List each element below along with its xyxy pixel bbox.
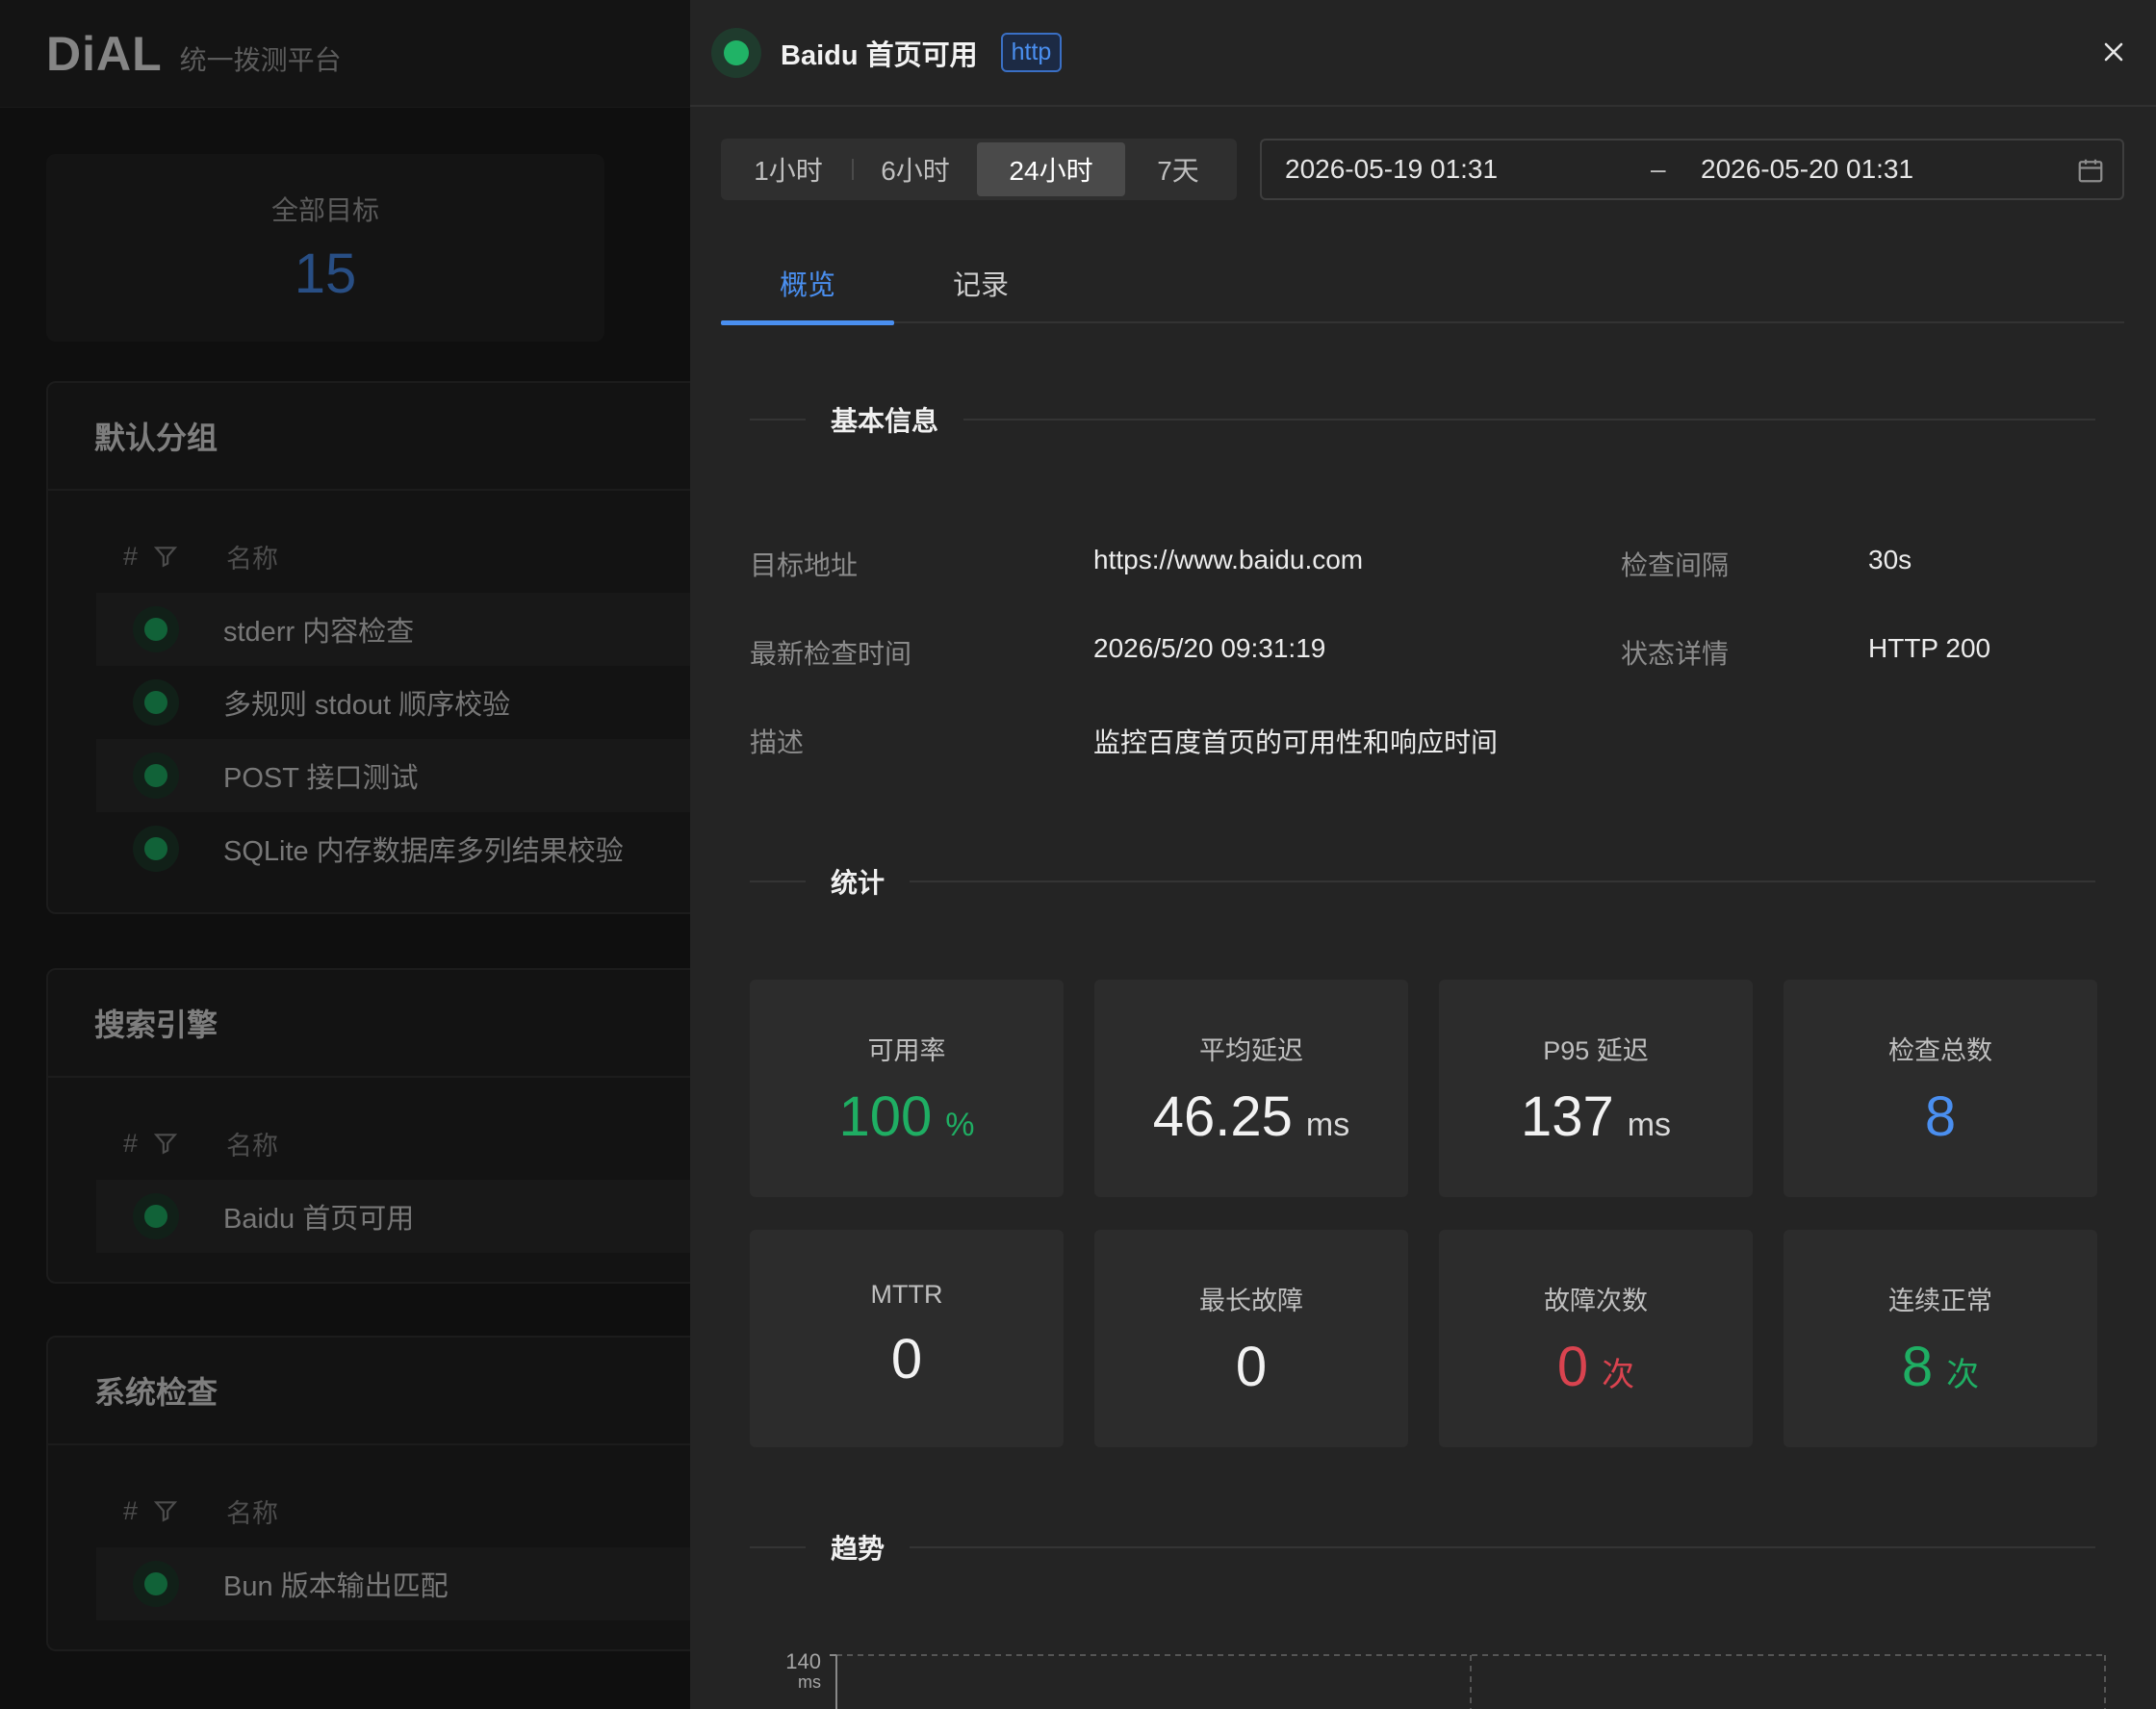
target-address-value: https://www.baidu.com	[1093, 545, 1364, 574]
section-title: 趋势	[831, 1534, 886, 1564]
time-range-selector: 1小时 6小时 24小时 7天	[721, 139, 1237, 200]
range-1h[interactable]: 1小时	[725, 142, 852, 196]
drawer-header: Baidu 首页可用 http	[690, 0, 2156, 107]
stat-consecutive-ok: 连续正常 8 次	[1784, 1230, 2097, 1447]
stat-value: 0	[1556, 1336, 1589, 1398]
check-interval-label: 检查间隔	[1621, 550, 1730, 580]
section-stats: 统计	[750, 862, 2095, 901]
stat-value: 8	[1924, 1085, 1957, 1148]
range-24h[interactable]: 24小时	[977, 142, 1125, 196]
stat-label: 最长故障	[1199, 1287, 1303, 1315]
stat-label: MTTR	[870, 1280, 943, 1309]
detail-tabs: 概览 记录	[721, 242, 2124, 325]
check-interval-value: 30s	[1868, 545, 1912, 574]
stat-unit: 次	[1946, 1357, 1980, 1393]
description-label: 描述	[750, 727, 805, 757]
date-separator: –	[1651, 154, 1666, 184]
segmented-control: 1小时 6小时 24小时 7天	[721, 139, 1237, 200]
last-check-label: 最新检查时间	[750, 639, 912, 669]
stat-value: 46.25	[1152, 1085, 1293, 1148]
stat-value: 0	[890, 1328, 923, 1390]
stat-unit: ms	[1627, 1107, 1672, 1143]
stat-label: 检查总数	[1888, 1036, 1992, 1065]
close-icon[interactable]	[2096, 35, 2131, 69]
stat-unit: 次	[1602, 1357, 1635, 1393]
last-check-value: 2026/5/20 09:31:19	[1093, 633, 1326, 663]
y-axis-max-label: 140	[785, 1649, 821, 1673]
drawer-title: Baidu 首页可用	[781, 39, 978, 71]
stat-value: 137	[1520, 1085, 1614, 1148]
range-6h[interactable]: 6小时	[854, 142, 977, 196]
status-detail-label: 状态详情	[1621, 639, 1730, 669]
stat-outage-count: 故障次数 0 次	[1439, 1230, 1753, 1447]
stat-p95-latency: P95 延迟 137 ms	[1439, 980, 1753, 1197]
range-7d[interactable]: 7天	[1125, 142, 1231, 196]
date-range-picker[interactable]: 2026-05-19 01:31 – 2026-05-20 01:31	[1260, 139, 2124, 200]
stat-avg-latency: 平均延迟 46.25 ms	[1094, 980, 1408, 1197]
trend-chart: 140 ms	[785, 1649, 2106, 1709]
stat-availability: 可用率 100 %	[750, 980, 1064, 1197]
date-end-input[interactable]: 2026-05-20 01:31	[1701, 154, 2076, 185]
stat-total-checks: 检查总数 8	[1784, 980, 2097, 1197]
stat-unit: ms	[1305, 1107, 1350, 1143]
status-detail-value: HTTP 200	[1868, 633, 1991, 663]
section-basic-info: 基本信息	[750, 400, 2095, 439]
target-detail-drawer: Baidu 首页可用 http 1小时 6小时 24小时 7天 2026-05-…	[690, 0, 2156, 1709]
stat-label: 连续正常	[1888, 1287, 1992, 1315]
stat-label: P95 延迟	[1543, 1036, 1649, 1065]
calendar-icon[interactable]	[2076, 156, 2105, 191]
tab-records[interactable]: 记录	[894, 242, 1067, 323]
stat-value: 100	[838, 1085, 933, 1148]
section-title: 基本信息	[831, 406, 939, 436]
stat-label: 平均延迟	[1199, 1036, 1303, 1065]
target-address-label: 目标地址	[750, 550, 859, 580]
description-value: 监控百度首页的可用性和响应时间	[1093, 727, 1499, 757]
stat-label: 故障次数	[1544, 1287, 1648, 1315]
stat-value: 8	[1901, 1336, 1934, 1398]
stat-unit: %	[945, 1107, 975, 1143]
date-start-input[interactable]: 2026-05-19 01:31	[1285, 154, 1651, 185]
y-axis-unit-label: ms	[798, 1672, 821, 1692]
stat-longest-outage: 最长故障 0	[1094, 1230, 1408, 1447]
status-dot-icon	[711, 27, 761, 78]
stat-label: 可用率	[867, 1036, 946, 1065]
section-title: 统计	[831, 868, 886, 898]
stat-mttr: MTTR 0	[750, 1230, 1064, 1447]
section-trend: 趋势	[750, 1528, 2095, 1567]
stat-value: 0	[1235, 1336, 1268, 1398]
type-tag: http	[1000, 33, 1063, 72]
tab-overview[interactable]: 概览	[721, 242, 894, 325]
